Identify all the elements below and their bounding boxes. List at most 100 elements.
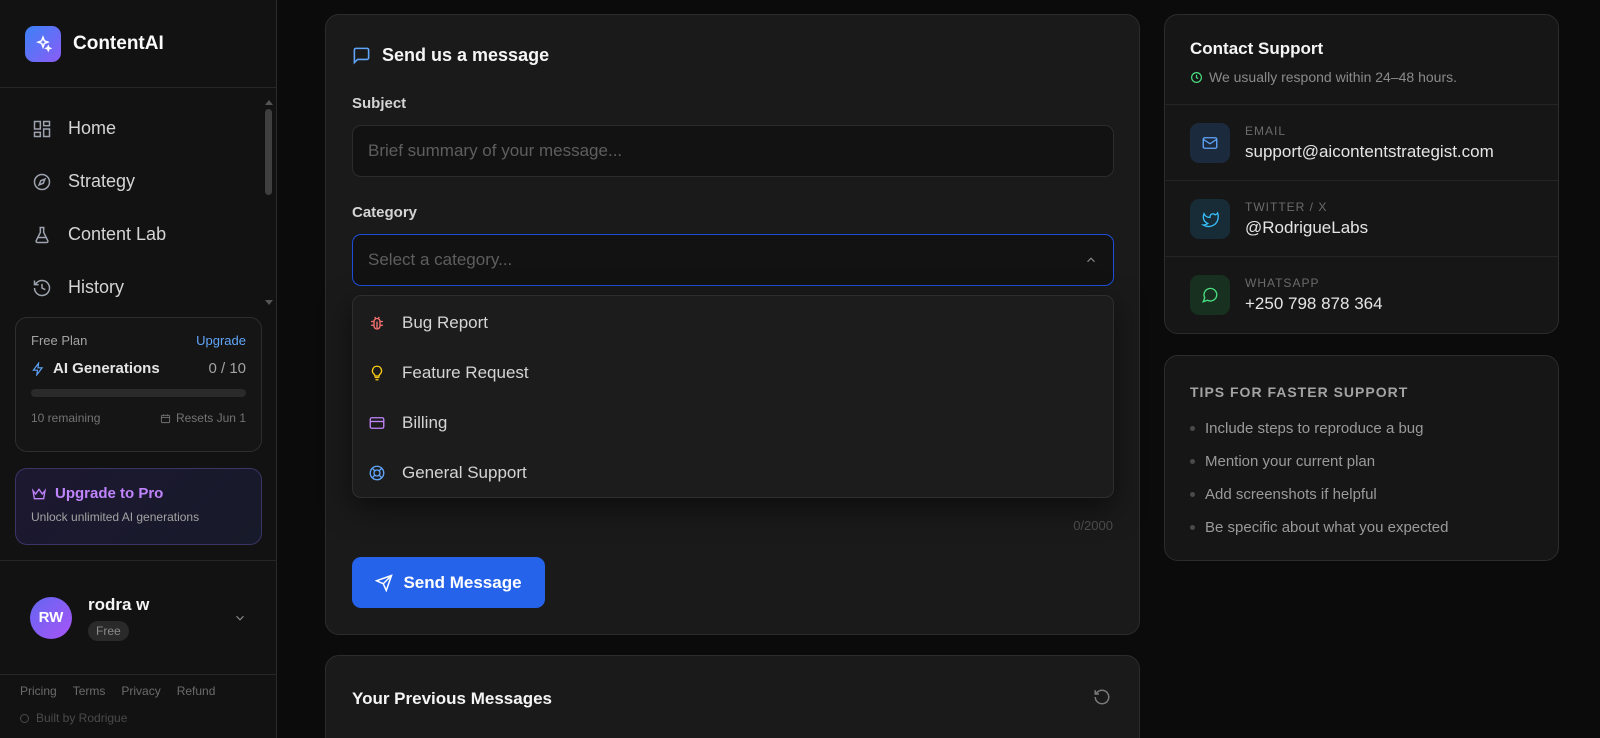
contact-value[interactable]: +250 798 878 364	[1245, 294, 1383, 314]
pro-subtitle: Unlock unlimited AI generations	[31, 510, 200, 524]
credit-card-icon	[369, 417, 385, 429]
contact-label: WHATSAPP	[1245, 276, 1320, 290]
user-name: rodra w	[88, 594, 150, 614]
message-square-icon	[353, 47, 370, 65]
category-option-billing[interactable]: Billing	[353, 398, 1113, 448]
generations-label: AI Generations	[53, 360, 160, 377]
user-menu[interactable]: RW rodra w Free	[0, 560, 277, 675]
category-option-feature-request[interactable]: Feature Request	[353, 348, 1113, 398]
pro-title: Upgrade to Pro	[55, 485, 164, 502]
option-label: General Support	[402, 463, 527, 482]
contact-email[interactable]: EMAIL support@aicontentstrategist.com	[1165, 105, 1558, 181]
contact-value[interactable]: @RodrigueLabs	[1245, 218, 1368, 238]
sidebar-item-label: Content Lab	[68, 224, 167, 244]
brand-name: ContentAI	[73, 32, 164, 54]
list-item: Mention your current plan	[1190, 445, 1533, 478]
category-option-general-support[interactable]: General Support	[353, 448, 1113, 498]
generations-count: 0 / 10	[208, 360, 246, 377]
contact-whatsapp[interactable]: WHATSAPP +250 798 878 364	[1165, 257, 1558, 333]
subject-input[interactable]	[352, 125, 1114, 177]
lifebuoy-icon	[369, 465, 385, 481]
sidebar-item-history[interactable]: History	[0, 261, 276, 314]
footer-link-refund[interactable]: Refund	[177, 684, 216, 698]
whatsapp-icon	[1190, 275, 1230, 315]
list-item: Be specific about what you expected	[1190, 511, 1533, 544]
category-option-bug-report[interactable]: Bug Report	[353, 298, 1113, 348]
character-count: 0/2000	[1073, 518, 1113, 533]
subject-label: Subject	[352, 95, 407, 112]
lightbulb-icon	[371, 365, 383, 381]
contact-label: TWITTER / X	[1245, 199, 1328, 214]
flask-icon	[35, 226, 49, 243]
category-select[interactable]: Select a category...	[352, 234, 1114, 286]
scroll-up-arrow-icon[interactable]	[265, 100, 273, 105]
grid-icon	[33, 120, 51, 137]
scrollbar-thumb[interactable]	[265, 109, 272, 195]
crown-icon	[31, 487, 47, 499]
chevron-up-icon	[1087, 257, 1095, 263]
list-item: Include steps to reproduce a bug	[1190, 412, 1533, 445]
sidebar-scrollbar[interactable]	[265, 100, 273, 305]
tip-text: Be specific about what you expected	[1205, 519, 1449, 536]
footer-link-terms[interactable]: Terms	[73, 684, 106, 698]
remaining-text: 10 remaining	[31, 411, 101, 425]
usage-progress-bar	[31, 389, 246, 397]
form-title: Send us a message	[382, 45, 550, 65]
option-label: Feature Request	[402, 363, 529, 382]
tip-text: Add screenshots if helpful	[1205, 486, 1377, 503]
category-dropdown: Bug Report Feature Request Billing Gener…	[352, 295, 1114, 498]
previous-messages-card: Your Previous Messages	[325, 655, 1140, 738]
contact-support-card: Contact Support We usually respond withi…	[1164, 14, 1559, 334]
list-item: Add screenshots if helpful	[1190, 478, 1533, 511]
contact-label: EMAIL	[1245, 123, 1287, 138]
footer-links: Pricing Terms Privacy Refund	[20, 684, 215, 698]
contact-title: Contact Support	[1190, 39, 1324, 58]
message-form-card: Send us a message Subject Category Selec…	[325, 14, 1140, 635]
scroll-down-arrow-icon[interactable]	[265, 300, 273, 305]
reset-date: Resets Jun 1	[175, 411, 246, 425]
upgrade-pro-card[interactable]: Upgrade to Pro Unlock unlimited AI gener…	[15, 468, 262, 545]
sparkles-icon	[25, 25, 61, 62]
footer-link-pricing[interactable]: Pricing	[20, 684, 57, 698]
lightning-icon	[32, 361, 44, 376]
tip-text: Include steps to reproduce a bug	[1205, 420, 1424, 437]
brand[interactable]: ContentAI	[0, 0, 276, 88]
sidebar-item-content-lab[interactable]: Content Lab	[0, 208, 276, 261]
bullet-icon	[1190, 426, 1195, 431]
sidebar-item-home[interactable]: Home	[0, 102, 276, 155]
bug-icon	[371, 316, 383, 330]
option-label: Billing	[402, 413, 448, 432]
sidebar: ContentAI Home Strategy Content Lab Hist…	[0, 0, 277, 738]
compass-icon	[33, 173, 51, 190]
built-by: Built by Rodrigue	[20, 711, 127, 725]
circle-icon	[20, 713, 29, 723]
option-label: Bug Report	[402, 313, 488, 332]
contact-value[interactable]: support@aicontentstrategist.com	[1245, 142, 1494, 162]
send-message-button[interactable]: Send Message	[352, 557, 545, 608]
send-button-label: Send Message	[403, 572, 522, 592]
footer-link-privacy[interactable]: Privacy	[121, 684, 160, 698]
mail-icon	[1190, 122, 1230, 163]
plan-name: Free Plan	[31, 333, 88, 348]
refresh-icon[interactable]	[1093, 688, 1111, 706]
tips-title: TIPS FOR FASTER SUPPORT	[1190, 384, 1409, 400]
plan-badge: Free	[88, 620, 129, 641]
upgrade-link[interactable]: Upgrade	[196, 333, 246, 348]
history-icon	[33, 279, 51, 296]
send-icon	[375, 573, 394, 592]
bullet-icon	[1190, 459, 1195, 464]
calendar-icon	[160, 413, 171, 423]
sidebar-nav: Home Strategy Content Lab History	[0, 88, 276, 316]
clock-icon	[1191, 71, 1202, 83]
twitter-icon	[1190, 198, 1230, 239]
contact-twitter[interactable]: TWITTER / X @RodrigueLabs	[1165, 181, 1558, 257]
chevron-down-icon[interactable]	[233, 611, 247, 625]
bullet-icon	[1190, 525, 1195, 530]
previous-messages-title: Your Previous Messages	[352, 689, 552, 708]
plan-card: Free Plan Upgrade AI Generations 0 / 10 …	[15, 317, 262, 452]
sidebar-item-label: History	[68, 277, 125, 297]
sidebar-item-strategy[interactable]: Strategy	[0, 155, 276, 208]
tips-list: Include steps to reproduce a bug Mention…	[1190, 412, 1533, 544]
tip-text: Mention your current plan	[1205, 453, 1376, 470]
category-placeholder: Select a category...	[368, 250, 513, 269]
